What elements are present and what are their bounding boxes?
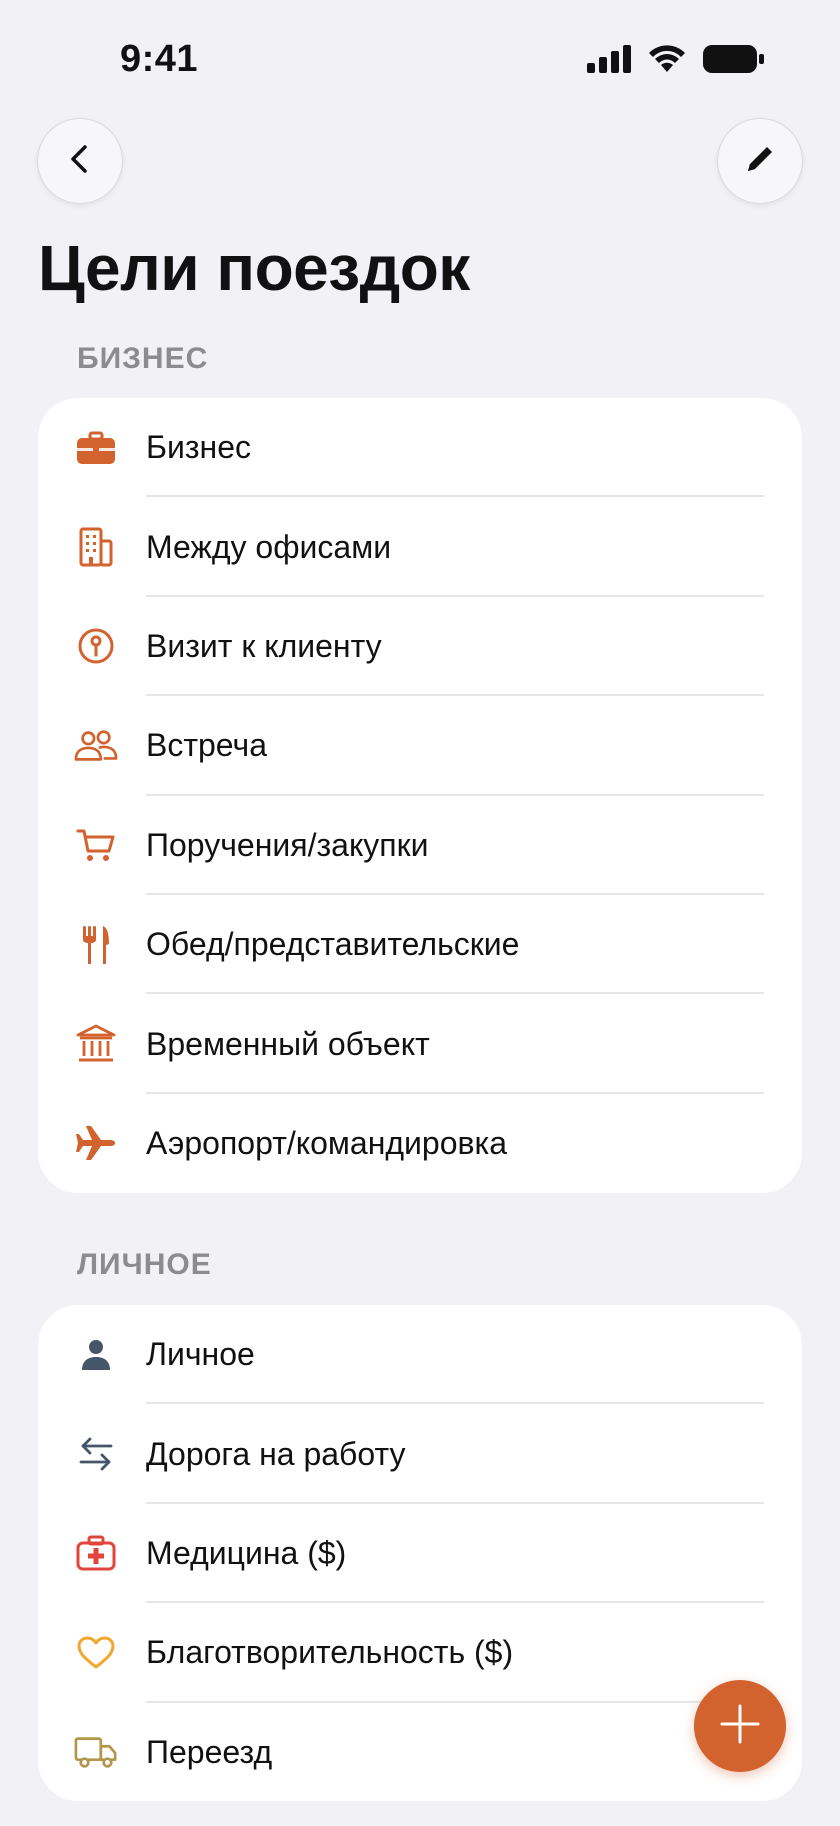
list-item-label: Между офисами [146,528,392,565]
list-item-label: Медицина ($) [146,1534,347,1571]
section-header-business: БИЗНЕС [77,342,209,375]
business-purposes-list: Бизнес Между офисами Визит к клиенту Вст… [38,398,802,1193]
list-item-meals[interactable]: Обед/представительские [38,895,802,995]
add-purpose-button[interactable] [694,1680,786,1772]
list-item-label: Дорога на работу [146,1435,406,1472]
list-item-client-visit[interactable]: Визит к клиенту [38,597,802,697]
back-button[interactable] [37,118,123,204]
list-item-medical[interactable]: Медицина ($) [38,1504,802,1604]
list-item-moving[interactable]: Переезд [38,1703,802,1801]
list-item-label: Аэропорт/командировка [146,1124,507,1161]
list-item-personal[interactable]: Личное [38,1305,802,1405]
list-item-label: Визит к клиенту [146,627,382,664]
status-time: 9:41 [120,38,199,80]
list-item-label: Временный объект [146,1025,430,1062]
battery-icon [703,44,765,79]
list-item-label: Обед/представительские [146,926,520,963]
shopping-cart-icon [74,823,118,867]
briefcase-icon [74,426,118,470]
fork-knife-icon [74,923,118,967]
list-item-label: Бизнес [146,429,252,466]
people-icon [74,724,118,768]
institution-building-icon [74,1022,118,1066]
list-item-airport-trip[interactable]: Аэропорт/командировка [38,1094,802,1193]
list-item-charity[interactable]: Благотворительность ($) [38,1603,802,1703]
medical-kit-icon [74,1531,118,1575]
airplane-icon [74,1121,118,1165]
map-pin-circle-icon [74,624,118,668]
office-building-icon [74,525,118,569]
status-bar: 9:41 [0,0,840,120]
status-icons [587,44,765,79]
wifi-icon [647,44,687,79]
edit-button[interactable] [717,118,803,204]
list-item-label: Переезд [146,1733,273,1770]
list-item-between-offices[interactable]: Между офисами [38,497,802,597]
section-header-personal: ЛИЧНОЕ [77,1248,212,1281]
list-item-label: Благотворительность ($) [146,1634,514,1671]
heart-icon [74,1631,118,1675]
personal-purposes-list: Личное Дорога на работу Медицина ($) Бла… [38,1305,802,1801]
page-title: Цели поездок [38,232,470,304]
list-item-label: Встреча [146,727,267,764]
list-item-business[interactable]: Бизнес [38,398,802,498]
pencil-icon [742,141,778,182]
list-item-commute[interactable]: Дорога на работу [38,1404,802,1504]
arrows-left-right-icon [74,1432,118,1476]
chevron-left-icon [63,142,97,181]
list-item-meeting[interactable]: Встреча [38,696,802,796]
truck-icon [74,1730,118,1774]
person-icon [74,1333,118,1377]
list-item-errands[interactable]: Поручения/закупки [38,796,802,895]
list-item-label: Личное [146,1336,255,1373]
plus-icon [716,1700,764,1753]
list-item-label: Поручения/закупки [146,826,429,863]
cellular-signal-icon [587,45,631,78]
list-item-temporary-site[interactable]: Временный объект [38,994,802,1094]
